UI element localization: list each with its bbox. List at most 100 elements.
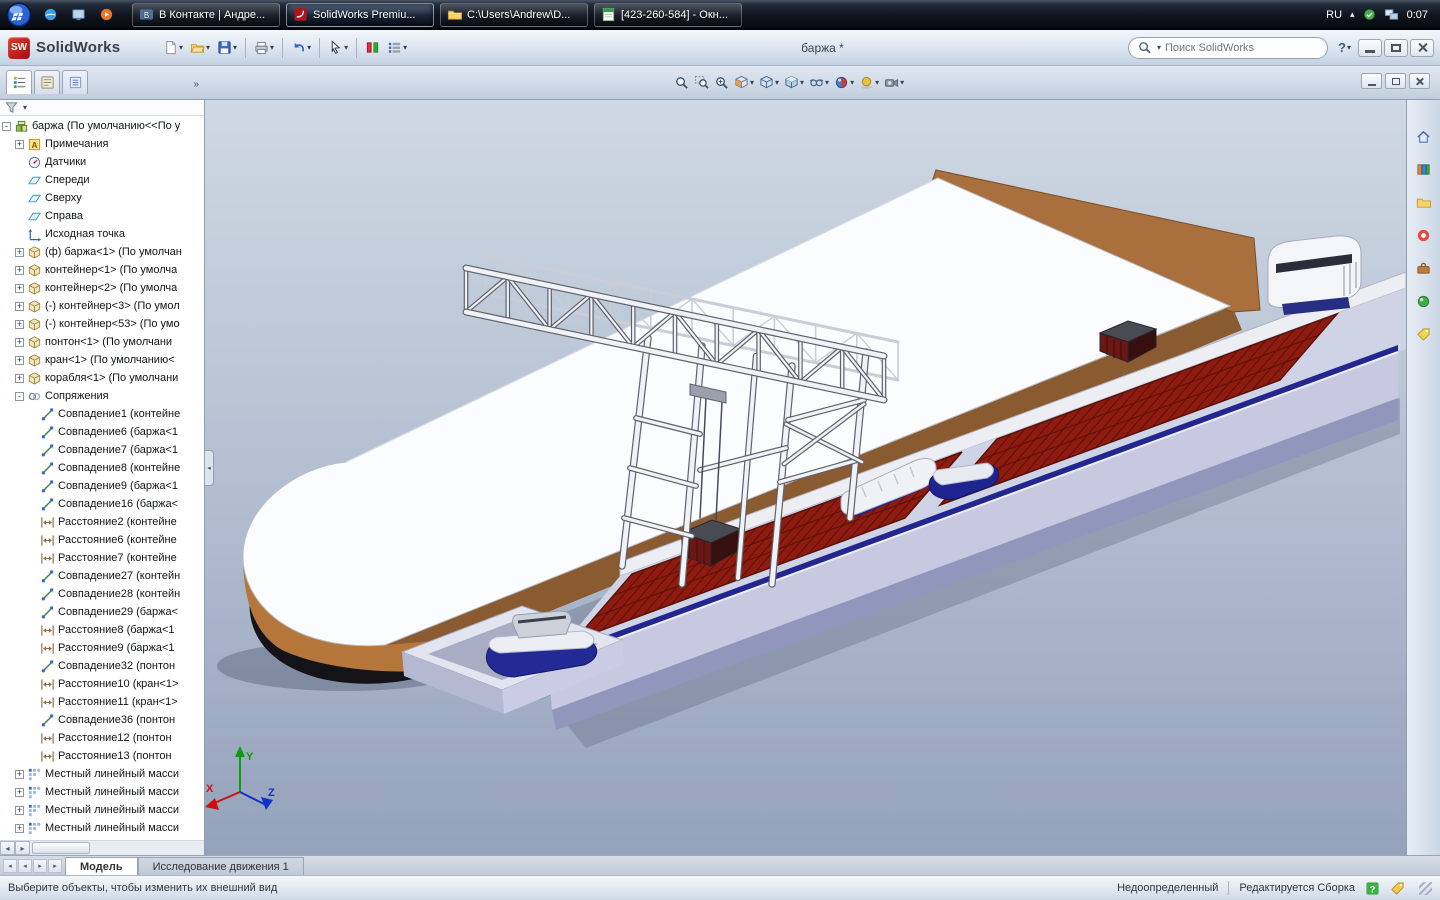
tree-item[interactable]: +корабля<1> (По умолчани [0,369,204,387]
doc-close-button[interactable] [1409,73,1430,89]
tree-item[interactable]: Спереди [0,171,204,189]
tree-item[interactable]: Расстояние12 (понтон [0,729,204,747]
tree-item[interactable]: Совпадение1 (контейне [0,405,204,423]
tree-item[interactable]: Расстояние2 (контейне [0,513,204,531]
tree-item[interactable]: +(ф) баржа<1> (По умолчан [0,243,204,261]
hide-show-button[interactable]: ▾ [807,69,831,96]
tree-item[interactable]: Расстояние13 (понтон [0,747,204,765]
tree-item[interactable]: +AПримечания [0,135,204,153]
tree-item[interactable]: Совпадение29 (баржа< [0,603,204,621]
property-tab[interactable] [34,70,60,94]
tree-item[interactable]: +контейнер<1> (По умолча [0,261,204,279]
tree-item[interactable]: Совпадение27 (контейн [0,567,204,585]
expand-toggle[interactable]: + [15,824,24,833]
tree-item[interactable]: Расстояние9 (баржа<1 [0,639,204,657]
color-bars-button[interactable] [362,35,383,61]
tree-item[interactable]: +Местный линейный масси [0,765,204,783]
expand-toggle[interactable]: - [15,392,24,401]
expand-toggle[interactable]: + [15,770,24,779]
tab-scroll-prev-icon[interactable]: ◂ [18,859,32,873]
filter-icon[interactable] [4,100,19,115]
doc-minimize-button[interactable] [1361,73,1382,89]
zoom-fit-button[interactable] [672,69,691,96]
3d-viewport[interactable]: Y X Z [205,100,1406,855]
tree-item[interactable]: Совпадение28 (контейн [0,585,204,603]
options-list-button[interactable]: ▾ [384,35,410,61]
appearance-sphere-button[interactable] [1412,289,1436,313]
graphics-area[interactable]: Y X Z [205,100,1406,855]
search-dropdown-caret-icon[interactable]: ▾ [1157,43,1161,52]
media-player-quicklaunch-button[interactable] [94,3,118,27]
expand-toggle[interactable]: + [15,374,24,383]
appearance-button[interactable]: ▾ [832,69,856,96]
tree-item[interactable]: +(-) контейнер<3> (По умол [0,297,204,315]
tree-item[interactable]: Расстояние7 (контейне [0,549,204,567]
quick-tips-icon[interactable]: ? [1365,881,1380,896]
print-button[interactable]: ▾ [251,35,277,61]
document-tab[interactable]: Исследование движения 1 [138,857,304,875]
taskbar-button[interactable]: SolidWorks Premiu... [286,3,434,27]
expand-toggle[interactable]: + [15,320,24,329]
panel-collapse-handle[interactable]: ◂ [205,450,214,486]
tab-scroll-first-icon[interactable]: ◂ [3,859,17,873]
start-button[interactable] [6,2,32,28]
expand-toggle[interactable]: - [2,122,11,131]
tree-item[interactable]: +(-) контейнер<53> (По умо [0,315,204,333]
tray-green-icon[interactable] [1362,7,1377,22]
tree-item[interactable]: Сверху [0,189,204,207]
tree-item[interactable]: +кран<1> (По умолчанию< [0,351,204,369]
expand-toggle[interactable]: + [15,788,24,797]
doc-restore-button[interactable] [1385,73,1406,89]
tree-item[interactable]: Совпадение6 (баржа<1 [0,423,204,441]
tree-item[interactable]: Совпадение16 (баржа< [0,495,204,513]
configuration-tab[interactable] [62,70,88,94]
restore-button[interactable] [1384,39,1408,57]
camera-button[interactable]: ▾ [882,69,906,96]
zoom-prev-button[interactable] [712,69,731,96]
tree-item[interactable]: Совпадение32 (понтон [0,657,204,675]
tree-item[interactable]: +Местный линейный масси [0,819,204,837]
feature-tree-tab[interactable] [6,70,32,94]
tree-item[interactable]: Расстояние8 (баржа<1 [0,621,204,639]
tree-item[interactable]: Совпадение8 (контейне [0,459,204,477]
status-tag-icon[interactable] [1390,881,1405,896]
custom-properties-button[interactable] [1412,322,1436,346]
view-orientation-button[interactable]: ▾ [757,69,781,96]
document-tab[interactable]: Модель [65,857,138,875]
tray-chevron-icon[interactable]: ▴ [1350,9,1355,20]
filter-caret-icon[interactable]: ▾ [23,103,27,112]
display-style-button[interactable]: ▾ [782,69,806,96]
design-library-button[interactable] [1412,157,1436,181]
resize-grip[interactable] [1419,882,1432,895]
help-button[interactable]: ?▾ [1335,35,1354,61]
expand-toggle[interactable]: + [15,338,24,347]
panel-overflow-chevron[interactable]: » [193,79,199,94]
scene-button[interactable]: ▾ [857,69,881,96]
expand-toggle[interactable]: + [15,284,24,293]
close-button[interactable] [1410,39,1434,57]
tray-network-icon[interactable] [1384,7,1399,22]
expand-toggle[interactable]: + [15,302,24,311]
save-button[interactable]: ▾ [214,35,240,61]
file-explorer-button[interactable] [1412,190,1436,214]
expand-toggle[interactable]: + [15,806,24,815]
expand-toggle[interactable]: + [15,140,24,149]
tree-item[interactable]: Совпадение9 (баржа<1 [0,477,204,495]
search-input[interactable] [1165,42,1319,54]
keyboard-layout-indicator[interactable]: RU [1326,9,1342,21]
tree-item[interactable]: Совпадение36 (понтон [0,711,204,729]
expand-toggle[interactable]: + [15,248,24,257]
expand-toggle[interactable]: + [15,266,24,275]
resources-button[interactable] [1412,223,1436,247]
minimize-button[interactable] [1358,39,1382,57]
tree-item[interactable]: +Местный линейный масси [0,783,204,801]
tree-item[interactable]: +контейнер<2> (По умолча [0,279,204,297]
tree-item[interactable]: Расстояние10 (кран<1> [0,675,204,693]
scrollbar-thumb[interactable] [32,842,90,854]
taskbar-button[interactable]: ВВ Контакте | Андре... [132,3,280,27]
scroll-right-icon[interactable]: ▸ [15,841,30,855]
search-box[interactable]: ▾ [1128,37,1328,59]
tree-item[interactable]: Исходная точка [0,225,204,243]
tree-item[interactable]: -Сопряжения [0,387,204,405]
tab-scroll-last-icon[interactable]: ▸ [48,859,62,873]
